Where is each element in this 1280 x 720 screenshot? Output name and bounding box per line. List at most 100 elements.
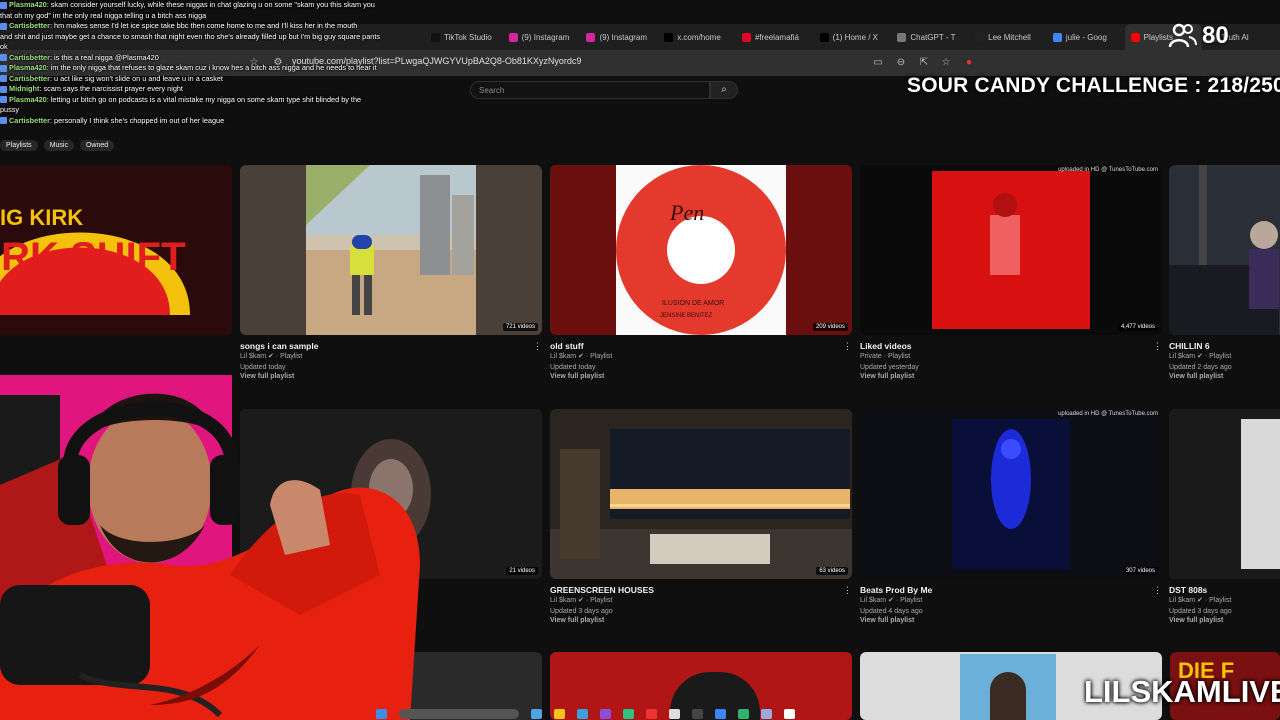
playlist-owner: Lil $kam ✔ · Playlist <box>860 597 923 604</box>
playlist-title[interactable]: GREENSCREEN HOUSES <box>550 585 852 595</box>
view-full-playlist-link[interactable]: View full playlist <box>550 617 852 624</box>
playlist-title[interactable]: songs i can sample <box>240 341 542 351</box>
star-icon[interactable]: ☆ <box>940 57 952 69</box>
stream-chat-overlay: Plasma420: skam consider yourself lucky,… <box>0 0 420 165</box>
viewers-icon <box>1168 23 1197 48</box>
browser-tab[interactable]: julie - Goog <box>1047 24 1125 50</box>
playlist-thumbnail[interactable]: 4,477 videos uploaded in HD @ TunesToTube… <box>860 165 1162 335</box>
browser-tab[interactable]: ChatGPT - T <box>891 24 969 50</box>
view-full-playlist-link[interactable]: View full playlist <box>1169 373 1280 380</box>
browser-tab[interactable]: (9) Instagram <box>503 24 581 50</box>
chat-badge-icon <box>0 96 7 104</box>
start-icon[interactable] <box>376 709 387 719</box>
view-full-playlist-link[interactable]: View full playlist <box>860 373 1162 380</box>
chat-message: Cartisbetter: hm makes sense I'd let ice… <box>0 21 420 32</box>
taskbar-app-icon[interactable] <box>669 709 680 719</box>
playlist-card[interactable]: CHILLIN 6 Lil $kam ✔ · Playlist Updated 2 … <box>1169 165 1280 380</box>
chat-text: : hm makes sense I'd let ice spice take … <box>49 21 358 30</box>
chat-message: Midnight: scam says the narcissist praye… <box>0 84 420 95</box>
video-count: 307 videos <box>1122 567 1158 575</box>
playlist-thumbnail[interactable]: IG KIRK IRK SHIFT <box>0 165 232 335</box>
more-options-icon[interactable]: ⋮ <box>1153 585 1162 596</box>
tab-favicon-icon <box>975 32 985 42</box>
taskbar-folder-icon[interactable] <box>554 709 565 719</box>
view-full-playlist-link[interactable]: View full playlist <box>1169 617 1280 624</box>
tab-label: julie - Goog <box>1065 32 1107 42</box>
taskbar-app-icon[interactable] <box>692 709 703 719</box>
view-full-playlist-link[interactable]: View full playlist <box>860 617 1162 624</box>
playlist-title[interactable]: Beats Prod By Me <box>860 585 1162 595</box>
chat-text: : letting ur bitch go on podcasts is a v… <box>46 94 362 104</box>
browser-tab[interactable]: #freelamafiá <box>736 24 814 50</box>
channel-brand: LILSKAMLIVE <box>1084 674 1280 709</box>
svg-text:IG KIRK: IG KIRK <box>0 205 83 230</box>
taskbar-search[interactable] <box>399 709 519 719</box>
playlist-card[interactable]: 63 videos GREENSCREEN HOUSES Lil $kam ✔ · … <box>550 409 852 624</box>
playlist-thumbnail[interactable]: 307 videos uploaded in HD @ TunesToTube.c… <box>860 409 1162 579</box>
browser-tab[interactable]: (9) Instagram <box>580 24 658 50</box>
chat-text: that oh my god" im the only real nigga t… <box>0 10 207 20</box>
share-icon[interactable]: ⇱ <box>918 57 930 69</box>
playlist-thumbnail[interactable]: 63 videos <box>550 409 852 579</box>
more-options-icon[interactable]: ⋮ <box>843 585 852 596</box>
taskbar-app-icon[interactable] <box>600 709 611 719</box>
search-icon[interactable]: ⌕ <box>710 81 738 99</box>
more-options-icon[interactable]: ⋮ <box>1153 341 1162 352</box>
browser-tab[interactable]: x.com/home <box>658 24 736 50</box>
chat-username: Cartisbetter <box>9 115 50 125</box>
browser-tab[interactable]: (1) Home / X <box>814 24 892 50</box>
taskbar-app-icon[interactable] <box>623 709 634 719</box>
playlist-title[interactable]: CHILLIN 6 <box>1169 341 1280 351</box>
more-options-icon[interactable]: ⋮ <box>533 341 542 352</box>
playlist-thumbnail[interactable] <box>1169 409 1280 579</box>
uploaded-watermark: uploaded in HD @ TunesToTube.com <box>1058 411 1158 417</box>
viewer-count-value: 80 <box>1202 22 1229 49</box>
search-input[interactable]: Search <box>470 81 710 99</box>
cast-icon[interactable]: ▭ <box>872 57 884 69</box>
playlist-thumbnail[interactable]: Pen ILUSIÓN DE AMOR JENSINE BENITEZ 209 vid… <box>550 165 852 335</box>
playlist-title[interactable]: DST 808s <box>1169 585 1280 595</box>
playlist-thumbnail[interactable] <box>1169 165 1280 335</box>
more-options-icon[interactable]: ⋮ <box>843 341 852 352</box>
playlist-updated: Updated yesterday <box>860 364 919 371</box>
playlist-thumbnail[interactable]: 721 videos <box>240 165 542 335</box>
taskbar-app-icon[interactable] <box>577 709 588 719</box>
taskbar <box>340 708 940 720</box>
playlist-updated: Updated 3 days ago <box>1169 608 1232 615</box>
playlist-card[interactable]: DST 808s Lil $kam ✔ · Playlist Updated 3 d… <box>1169 409 1280 624</box>
chat-message: Plasma420: skam consider yourself lucky,… <box>0 0 420 11</box>
video-count: 4,477 videos <box>1117 323 1158 331</box>
playlist-card[interactable]: IG KIRK IRK SHIFT <box>0 165 232 335</box>
taskbar-app-icon[interactable] <box>646 709 657 719</box>
tab-label: (9) Instagram <box>521 32 570 42</box>
chat-username: Plasma420 <box>9 63 47 72</box>
browser-tab[interactable]: Lee Mitchell <box>969 24 1047 50</box>
playlist-card[interactable]: 4,477 videos uploaded in HD @ TunesToTube… <box>860 165 1162 380</box>
chat-message: ok <box>0 42 420 53</box>
chat-text: pussy <box>0 105 20 114</box>
video-count: 63 videos <box>816 567 848 575</box>
video-count: 21 videos <box>506 567 538 575</box>
playlist-card[interactable]: Pen ILUSIÓN DE AMOR JENSINE BENITEZ 209 vid… <box>550 165 852 380</box>
playlist-card[interactable]: 307 videos uploaded in HD @ TunesToTube.c… <box>860 409 1162 624</box>
taskbar-app-icon[interactable] <box>761 709 772 719</box>
extension-icon[interactable]: ● <box>963 57 975 69</box>
playlist-owner: Lil $kam ✔ · Playlist <box>550 597 613 604</box>
chat-text: : personally I think she's chopped im ou… <box>49 115 225 125</box>
taskbar-app-icon[interactable] <box>531 709 542 719</box>
chat-username: Cartisbetter <box>9 73 50 83</box>
playlist-card[interactable]: 721 videos songs i can sample Lil $kam ✔ ·… <box>240 165 542 380</box>
chat-message: that oh my god" im the only real nigga t… <box>0 11 420 22</box>
taskbar-app-icon[interactable] <box>715 709 726 719</box>
chat-badge-icon <box>0 1 7 9</box>
taskbar-app-icon[interactable] <box>784 709 795 719</box>
playlist-title[interactable]: old stuff <box>550 341 852 351</box>
view-full-playlist-link[interactable]: View full playlist <box>550 373 852 380</box>
chat-username: Midnight <box>9 84 40 93</box>
browser-tab[interactable]: TikTok Studio <box>425 24 503 50</box>
tab-label: ChatGPT - T <box>910 32 956 42</box>
playlist-title[interactable]: Liked videos <box>860 341 1162 351</box>
zoom-icon[interactable]: ⊖ <box>895 57 907 69</box>
challenge-banner: SOUR CANDY CHALLENGE : 218/250 <box>907 74 1280 97</box>
taskbar-app-icon[interactable] <box>738 709 749 719</box>
